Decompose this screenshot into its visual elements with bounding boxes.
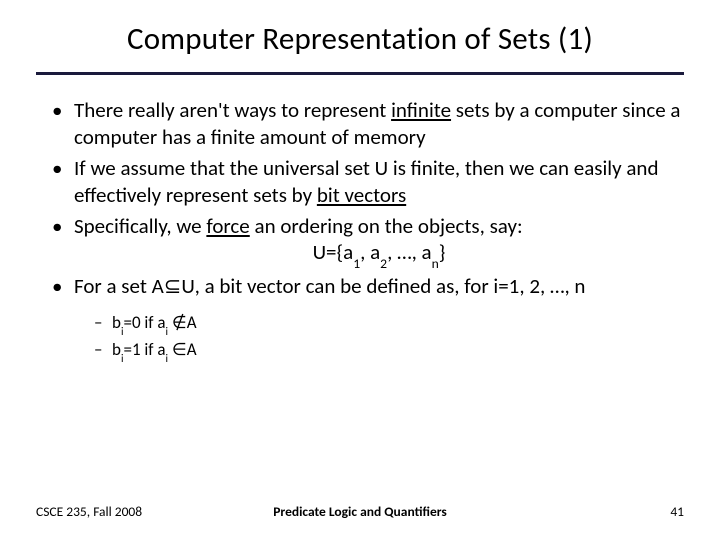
formula-sub3: n [432,255,439,272]
formula-m2: , …, a [387,239,432,265]
s2-sub2: i [166,351,169,365]
formula-sub1: 1 [353,255,360,272]
bullet-2: If we assume that the universal set U is… [58,155,684,209]
bullet-1: There really aren't ways to represent in… [58,97,684,151]
footer-center: Predicate Logic and Quantifiers [273,503,447,520]
s2-mid: =1 if a [123,339,165,360]
bullet-4-text: For a set A⊆U, a bit vector can be defin… [74,273,585,299]
bullet-2-underline: bit vectors [317,182,406,208]
slide: Computer Representation of Sets (1) Ther… [0,0,720,540]
footer-left: CSCE 235, Fall 2008 [36,503,142,520]
sub-bullet-list: bi=0 if ai ∉A bi=1 if ai ∈A [36,310,684,364]
title-rule [36,72,684,75]
s2-pre: b [112,339,121,360]
formula-sub2: 2 [380,255,387,272]
formula: U={a1, a2, …, an} [74,239,684,269]
bullet-3-underline: force [206,213,249,239]
bullet-3: Specifically, we force an ordering on th… [58,213,684,270]
bullet-1-pre: There really aren't ways to represent [74,97,391,123]
bullet-4: For a set A⊆U, a bit vector can be defin… [58,273,684,300]
bullet-list: There really aren't ways to represent in… [36,97,684,300]
formula-post: } [439,239,446,265]
footer: CSCE 235, Fall 2008 Predicate Logic and … [0,503,720,520]
bullet-3-pre: Specifically, we [74,213,206,239]
formula-pre: U={a [313,239,354,265]
s1-mid: =0 if a [123,312,165,333]
s2-post: ∈A [168,339,197,360]
bullet-1-underline: infinite [391,97,451,123]
slide-title: Computer Representation of Sets (1) [36,20,684,58]
s1-post: ∉A [168,312,197,333]
formula-m1: , a [360,239,380,265]
bullet-3-post: an ordering on the objects, say: [250,213,523,239]
sub-bullet-2: bi=1 if ai ∈A [94,337,684,364]
sub-bullet-1: bi=0 if ai ∉A [94,310,684,337]
s1-pre: b [112,312,121,333]
footer-page-number: 41 [670,503,684,520]
title-wrap: Computer Representation of Sets (1) [36,14,684,68]
